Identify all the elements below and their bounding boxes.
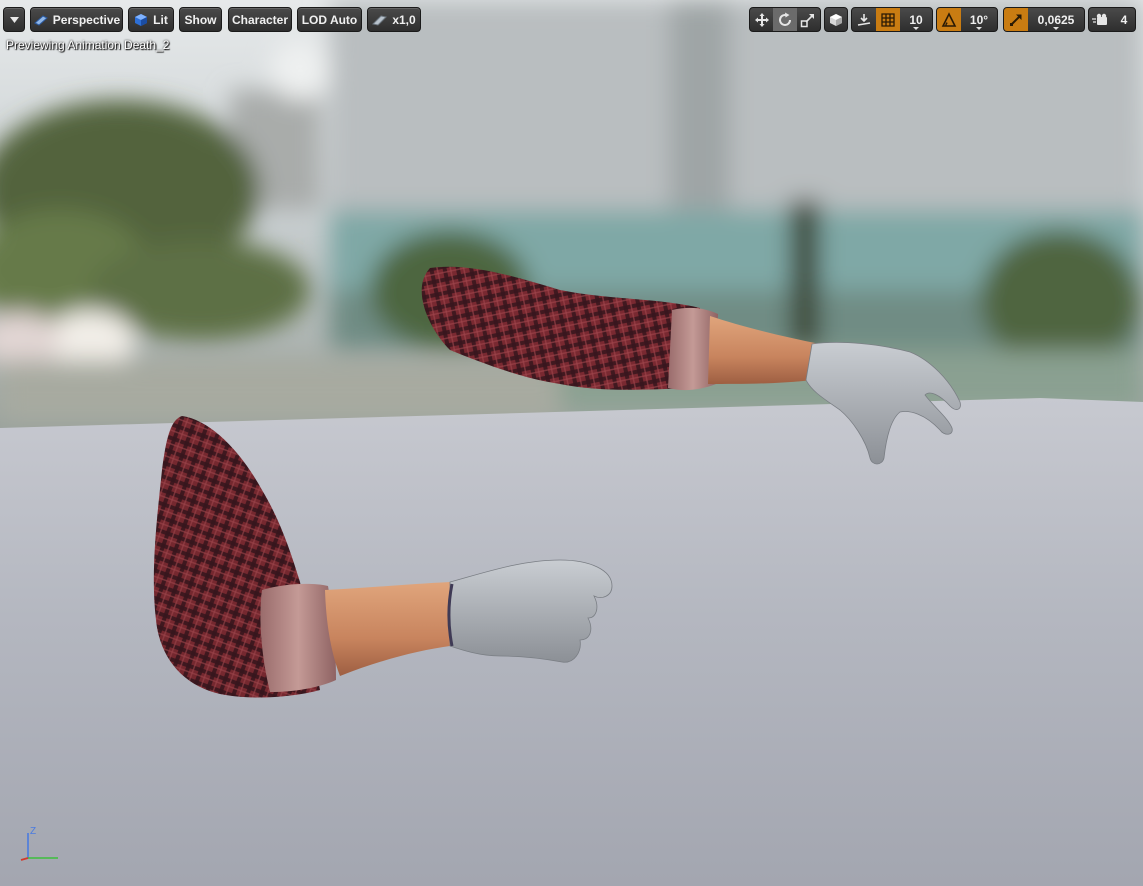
character-label: Character (231, 12, 289, 27)
lit-label: Lit (153, 12, 168, 27)
grid-snap-value: 10 (909, 12, 923, 27)
translate-icon (754, 12, 769, 27)
rotation-snap-value-dropdown[interactable]: 10° (961, 8, 997, 31)
playback-speed-label: x1,0 (392, 12, 416, 27)
axis-gizmo: Z (20, 826, 58, 861)
chevron-down-icon (913, 27, 919, 30)
grid-snap-group: 10 (851, 7, 933, 32)
viewport[interactable]: Previewing Animation Death_2 Perspective… (0, 0, 1143, 886)
camera-speed-value: 4 (1120, 12, 1128, 27)
scale-snap-icon (1010, 14, 1022, 26)
coordinate-space-button[interactable] (824, 7, 848, 32)
scale-mode-button[interactable] (797, 8, 820, 31)
surface-snap-button[interactable] (852, 8, 876, 31)
playback-speed-icon (372, 14, 388, 26)
z-axis-label: Z (30, 826, 36, 837)
viewport-options-button[interactable] (3, 7, 25, 32)
chevron-down-icon (976, 27, 982, 30)
translate-mode-button[interactable] (750, 8, 773, 31)
viewport-scene[interactable] (0, 0, 1143, 886)
lod-button[interactable]: LOD Auto (297, 7, 362, 32)
scale-snap-toggle[interactable] (1004, 8, 1028, 31)
rotate-mode-button[interactable] (773, 8, 797, 31)
scale-snap-value: 0,0625 (1037, 12, 1075, 27)
chevron-down-icon (1053, 27, 1059, 30)
scale-snap-value-dropdown[interactable]: 0,0625 (1028, 8, 1084, 31)
show-label: Show (184, 12, 217, 27)
rotation-snap-toggle[interactable] (937, 8, 961, 31)
grid-icon (881, 12, 895, 27)
chevron-down-icon (9, 16, 19, 23)
rotate-icon (779, 12, 791, 26)
surface-snap-icon (857, 13, 871, 26)
rotation-snap-icon (941, 11, 957, 27)
grid-snap-value-dropdown[interactable]: 10 (900, 8, 932, 31)
lit-button[interactable]: Lit (128, 7, 174, 32)
camera-speed-icon (1092, 13, 1107, 25)
rotation-snap-value: 10° (969, 12, 989, 27)
rotation-snap-group: 10° (936, 7, 998, 32)
lod-label: LOD Auto (301, 12, 358, 27)
show-button[interactable]: Show (179, 7, 222, 32)
camera-speed-button[interactable]: 4 (1088, 7, 1136, 32)
perspective-button[interactable]: Perspective (30, 7, 123, 32)
scale-snap-group: 0,0625 (1003, 7, 1085, 32)
world-cube-icon (830, 13, 842, 26)
grid-snap-toggle[interactable] (876, 8, 900, 31)
perspective-label: Perspective (52, 12, 121, 27)
x-axis-line (20, 857, 29, 861)
character-button[interactable]: Character (228, 7, 292, 32)
transform-mode-group (749, 7, 821, 32)
scale-icon (801, 13, 815, 27)
lit-cube-icon (135, 13, 148, 26)
perspective-view-icon (33, 14, 48, 26)
preview-animation-label: Previewing Animation Death_2 (6, 38, 170, 52)
playback-speed-button[interactable]: x1,0 (367, 7, 421, 32)
